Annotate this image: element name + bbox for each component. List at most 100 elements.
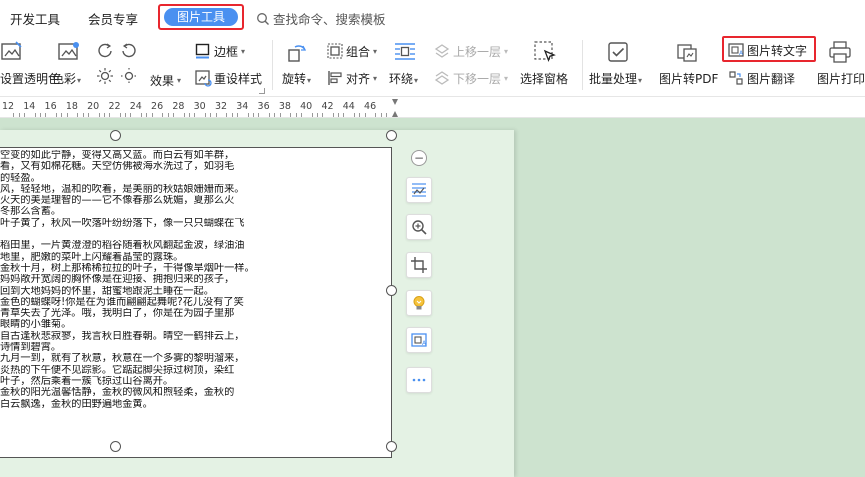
resize-handle-bottom-right[interactable] (386, 441, 397, 452)
group-button[interactable]: 组合 ▾ (326, 42, 377, 60)
ruler-minor-tick (316, 113, 318, 117)
image-to-pdf-button[interactable]: 图片转PDF (659, 70, 718, 87)
command-search[interactable]: 查找命令、搜索模板 (256, 9, 386, 28)
transparent-color-icon (1, 41, 22, 60)
ruler-minor-tick (322, 113, 324, 117)
ruler-minor-tick (18, 113, 20, 117)
tab-member-exclusive[interactable]: 会员专享 (88, 9, 138, 28)
rotate-button[interactable]: 旋转▾ (282, 70, 311, 87)
horizontal-ruler[interactable]: 12 14 16 18 20 22 24 26 28 30 32 34 36 38 40 42 44 46 (0, 96, 865, 118)
send-backward-button[interactable]: 下移一层 ▾ (433, 69, 508, 87)
selection-pane-button[interactable]: 选择窗格 (520, 70, 568, 87)
more-icon (412, 378, 426, 382)
tab-highlight-box: 图片工具 (158, 4, 244, 30)
color-icon (58, 42, 79, 60)
more-options-button[interactable] (406, 367, 432, 393)
selection-pane-icon (534, 41, 556, 63)
image-to-pdf-icon (677, 44, 697, 62)
print-icon (829, 41, 851, 63)
decrease-brightness-icon[interactable] (120, 67, 138, 85)
tab-developer-tools[interactable]: 开发工具 (10, 9, 60, 28)
wrap-button[interactable]: 环绕▾ (389, 70, 418, 87)
ruler-minor-tick (311, 113, 313, 117)
ruler-minor-tick (66, 113, 68, 117)
group-label: 组合 (346, 44, 371, 59)
image-translate-label: 图片翻译 (747, 71, 796, 86)
ruler-minor-tick (87, 113, 89, 117)
increase-brightness-icon[interactable] (96, 67, 114, 85)
ruler-minor-tick (125, 113, 127, 117)
zoom-image-button[interactable] (406, 214, 432, 240)
ruler-minor-tick (359, 113, 361, 117)
ruler-tick-label: 16 (44, 101, 57, 112)
ruler-tick-label: 26 (151, 101, 164, 112)
crop-button[interactable] (406, 252, 432, 278)
wrap-label: 环绕 (389, 72, 414, 86)
ruler-tick-label: 40 (300, 101, 313, 112)
ruler-minor-tick (183, 113, 185, 117)
ruler-indent-marker[interactable] (392, 99, 398, 117)
align-button[interactable]: 对齐 ▾ (326, 69, 377, 87)
selected-image[interactable]: 空变的如此宁静，变得又高又蓝。而白云有如羊群， 看，又有如棉花糖。天空仿佛被海水洗… (0, 147, 392, 458)
image-to-text-button[interactable]: A 图片转文字 (727, 41, 807, 59)
lightbulb-icon (413, 296, 425, 310)
bring-forward-label: 上移一层 (453, 44, 502, 59)
align-icon (328, 71, 342, 85)
ruler-tick-label: 24 (129, 101, 142, 112)
image-translate-button[interactable]: 图片翻译 (727, 69, 795, 87)
decrease-contrast-icon[interactable] (120, 42, 138, 60)
resize-handle-top-right[interactable] (386, 130, 397, 141)
ruler-minor-tick (23, 113, 25, 117)
ruler-minor-tick (61, 113, 63, 117)
document-page[interactable]: 空变的如此宁静，变得又高又蓝。而白云有如羊群， 看，又有如棉花糖。天空仿佛被海水洗… (0, 130, 514, 477)
reset-style-button[interactable]: 重设样式 (194, 69, 262, 87)
effects-button[interactable]: 效果 ▾ (150, 72, 181, 89)
ruler-minor-tick (39, 113, 41, 117)
separator (582, 40, 583, 90)
image-text-line: 火天的美是理智的——它不像春那么妩媚，夏那么火 (0, 195, 235, 207)
ruler-minor-tick (146, 113, 148, 117)
collapse-toolbar-button[interactable]: − (411, 150, 427, 166)
ruler-minor-tick (274, 113, 276, 117)
ruler-tick-label: 32 (214, 101, 228, 112)
ruler-minor-tick (194, 113, 196, 117)
tab-bar: 开发工具 会员专享 图片工具 查找命令、搜索模板 (0, 0, 865, 34)
ruler-minor-tick (364, 113, 366, 117)
ruler-minor-tick (252, 113, 254, 117)
ruler-minor-tick (45, 113, 47, 117)
image-print-button[interactable]: 图片打印 (817, 70, 865, 87)
resize-handle-top[interactable] (110, 130, 121, 141)
bring-forward-button[interactable]: 上移一层 ▾ (433, 42, 508, 60)
ruler-minor-tick (386, 113, 388, 117)
send-backward-icon (434, 71, 450, 85)
ruler-minor-tick (151, 113, 153, 117)
separator (272, 40, 273, 90)
resize-handle-right[interactable] (386, 285, 397, 296)
search-placeholder: 查找命令、搜索模板 (273, 12, 386, 27)
ruler-tick-label: 46 (364, 101, 377, 112)
ruler-tick-label: 34 (236, 101, 249, 112)
border-button[interactable]: 边框 ▾ (194, 42, 245, 60)
ruler-tick-label: 44 (342, 101, 355, 112)
tab-picture-tools[interactable]: 图片工具 (164, 8, 238, 26)
batch-process-label: 批量处理 (589, 72, 638, 86)
align-label: 对齐 (346, 71, 371, 86)
smart-tips-button[interactable] (406, 290, 432, 316)
image-text-line: 金色的蝴蝶呀!你是在为谁而翩翩起舞呢?花儿没有了笑 (0, 296, 244, 308)
layout-options-button[interactable] (406, 177, 432, 203)
image-text-content: 空变的如此宁静，变得又高又蓝。而白云有如羊群， 看，又有如棉花糖。天空仿佛被海水洗… (0, 148, 390, 410)
image-text-line: 诗情到碧霄。 (0, 342, 62, 354)
ruler-minor-tick (119, 113, 121, 117)
image-text-line: 妈妈敞开宽阔的胸怀像是在迎接、拥抱归来的孩子， (0, 274, 235, 286)
set-transparent-button[interactable]: 设置透明色 (0, 70, 60, 87)
ruler-minor-tick (231, 113, 233, 117)
group-dialog-launcher[interactable] (259, 88, 265, 94)
increase-contrast-icon[interactable] (96, 42, 114, 60)
rotate-label: 旋转 (282, 72, 307, 86)
resize-handle-bottom[interactable] (110, 441, 121, 452)
image-to-text-float-button[interactable]: A (406, 327, 432, 353)
border-icon (195, 43, 210, 59)
image-text-line: 白云飘逸，金秋的田野遍地金黄。 (0, 398, 153, 410)
color-button[interactable]: 色彩▾ (52, 70, 81, 87)
batch-process-button[interactable]: 批量处理▾ (589, 70, 642, 87)
